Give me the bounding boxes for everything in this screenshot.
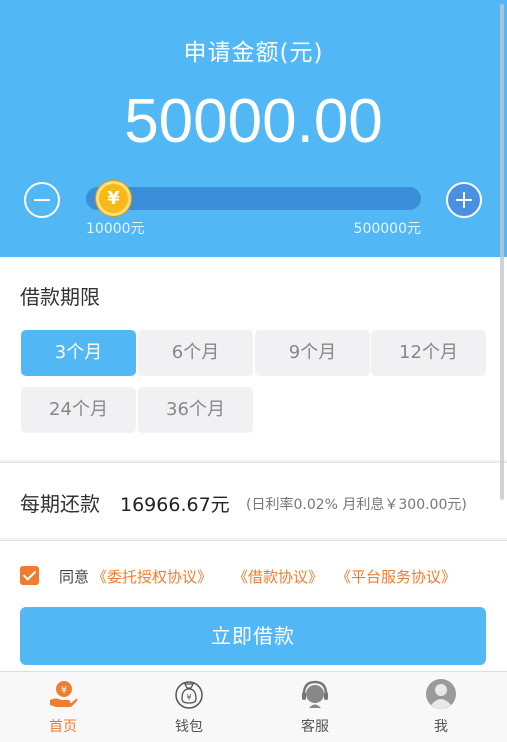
tab-profile-label: 我 [434,719,448,735]
repayment-value: 16966.67元 [120,494,230,516]
amount-label: 申请金额(元) [183,40,324,66]
agree-checkbox[interactable] [20,566,39,585]
wallet-bag-icon: ¥ [175,681,203,709]
repayment-label: 每期还款 [20,492,100,516]
apply-loan-button[interactable]: 立即借款 [20,607,486,665]
loan-application-page: 申请金额(元) 50000.00 ¥ 10000元 500000元 借款期限 3… [0,0,507,742]
tab-profile[interactable]: 我 [378,672,504,742]
term-option-36[interactable]: 36个月 [138,387,253,433]
bottom-tab-bar: ¥ 首页 ¥ 钱包 客服 我 [0,671,507,742]
loan-term-card: 借款期限 3个月 6个月 9个月 12个月 24个月 36个月 [0,257,507,460]
user-profile-icon [426,679,456,709]
term-option-12[interactable]: 12个月 [371,330,486,376]
increase-amount-button[interactable] [446,182,482,218]
slider-max-label: 500000元 [353,221,421,237]
tab-customer-service[interactable]: 客服 [252,672,378,742]
term-option-6[interactable]: 6个月 [138,330,253,376]
amount-value: 50000.00 [124,87,383,156]
loan-term-title: 借款期限 [20,285,100,309]
agree-prefix: 同意 [59,568,90,586]
agreement-section: 同意 《委托授权协议》 《借款协议》 《平台服务协议》 立即借款 [0,540,507,671]
entrust-agreement-link[interactable]: 《委托授权协议》 [92,566,212,587]
amount-slider-thumb[interactable]: ¥ [96,181,131,216]
platform-service-agreement-link[interactable]: 《平台服务协议》 [336,566,456,587]
scrollbar[interactable] [500,4,504,500]
repayment-card: 每期还款 16966.67元 (日利率0.02% 月利息￥300.00元) [0,462,507,538]
term-option-24[interactable]: 24个月 [21,387,136,433]
tab-home[interactable]: ¥ 首页 [0,672,126,742]
loan-agreement-link[interactable]: 《借款协议》 [233,566,323,587]
minus-icon [34,199,50,201]
slider-min-label: 10000元 [86,221,145,237]
svg-text:¥: ¥ [186,693,191,702]
tab-home-label: 首页 [49,719,77,735]
amount-header: 申请金额(元) 50000.00 ¥ 10000元 500000元 [0,0,507,257]
svg-text:¥: ¥ [61,685,67,696]
interest-note: (日利率0.02% 月利息￥300.00元) [246,497,467,513]
term-option-9[interactable]: 9个月 [255,330,370,376]
decrease-amount-button[interactable] [24,182,60,218]
customer-service-icon [302,680,328,708]
tab-customer-service-label: 客服 [301,719,329,735]
term-option-3[interactable]: 3个月 [21,330,136,376]
amount-slider-track[interactable] [86,187,421,210]
tab-wallet-label: 钱包 [175,719,203,735]
home-hand-yen-icon: ¥ [50,681,78,707]
tab-wallet[interactable]: ¥ 钱包 [126,672,252,742]
